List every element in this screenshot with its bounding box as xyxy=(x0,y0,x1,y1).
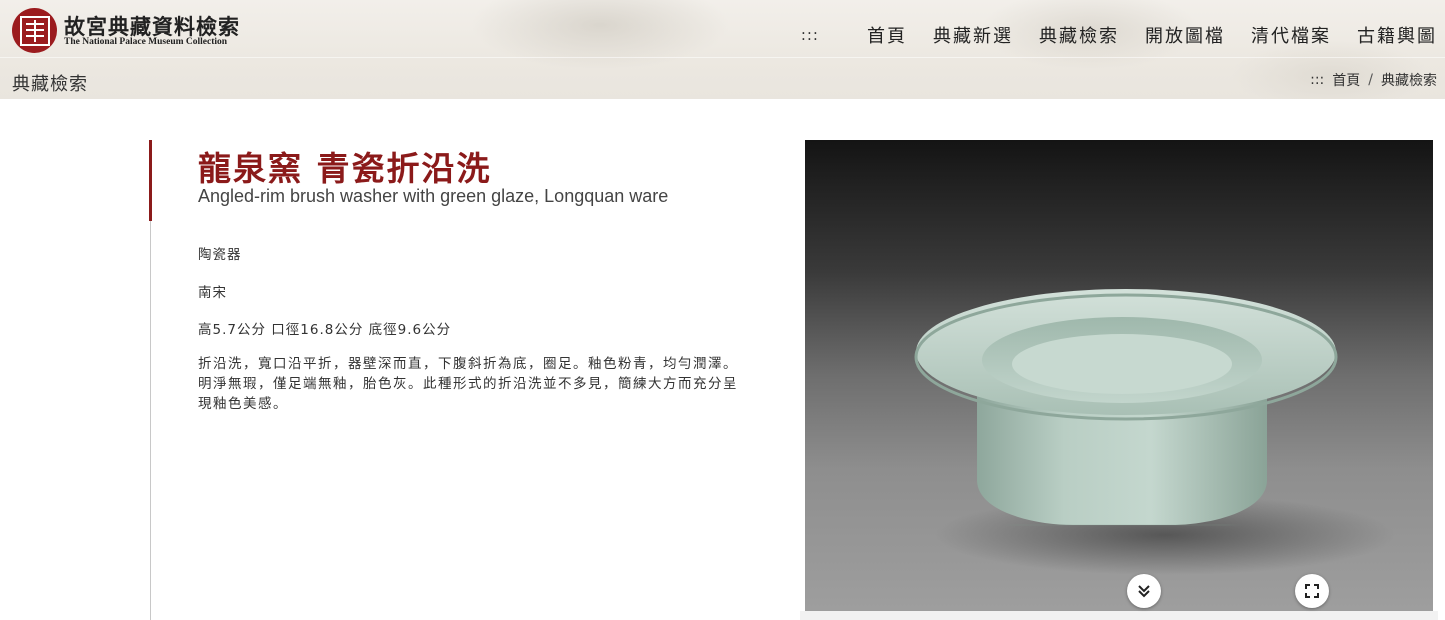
artifact-category: 陶瓷器 xyxy=(198,247,242,263)
breadcrumb-separator: / xyxy=(1368,72,1373,88)
breadcrumb-icon: ::: xyxy=(1310,72,1325,88)
fullscreen-icon xyxy=(1305,584,1319,598)
nav-item-qing-archives[interactable]: 清代檔案 xyxy=(1251,22,1331,48)
nav-item-open-images[interactable]: 開放圖檔 xyxy=(1145,22,1225,48)
artifact-description: 折沿洗，寬口沿平折，器壁深而直，下腹斜折為底，圈足。釉色粉青，均勻潤澤。明淨無瑕… xyxy=(198,356,738,412)
main-nav: ::: 首頁 典藏新選 典藏檢索 開放圖檔 清代檔案 古籍輿圖 xyxy=(801,22,1437,48)
chevron-double-down-icon xyxy=(1138,585,1150,598)
nav-item-new-selections[interactable]: 典藏新選 xyxy=(933,22,1013,48)
photo-caption-strip xyxy=(800,611,1438,620)
nav-item-collection-search[interactable]: 典藏檢索 xyxy=(1039,22,1119,48)
fullscreen-button[interactable] xyxy=(1295,574,1329,608)
artifact-title-en: Angled-rim brush washer with green glaze… xyxy=(198,186,669,206)
site-header: 故宮典藏資料檢索 The National Palace Museum Coll… xyxy=(0,0,1445,99)
header-divider xyxy=(0,57,1445,58)
museum-seal-logo[interactable] xyxy=(12,8,57,53)
seal-glyph-icon xyxy=(19,15,50,46)
brand-title-en[interactable]: The National Palace Museum Collection xyxy=(64,37,227,47)
title-accent-bar xyxy=(149,140,152,221)
breadcrumb: ::: 首頁 / 典藏檢索 xyxy=(1310,70,1437,90)
artifact-title-zh: 龍泉窯 青瓷折沿洗 xyxy=(198,149,492,188)
nav-item-home[interactable]: 首頁 xyxy=(867,22,907,48)
artifact-photo[interactable] xyxy=(805,140,1433,611)
page-section-title: 典藏檢索 xyxy=(12,74,88,95)
breadcrumb-home-link[interactable]: 首頁 xyxy=(1332,70,1360,90)
nav-item-rare-books-maps[interactable]: 古籍輿圖 xyxy=(1357,22,1437,48)
scroll-down-button[interactable] xyxy=(1127,574,1161,608)
breadcrumb-current[interactable]: 典藏檢索 xyxy=(1381,70,1437,90)
nav-menu-icon[interactable]: ::: xyxy=(801,26,819,44)
header-brush-decoration xyxy=(470,0,730,70)
artifact-dimensions: 高5.7公分 口徑16.8公分 底徑9.6公分 xyxy=(198,322,452,338)
celadon-brush-washer-image xyxy=(914,289,1395,575)
artifact-period: 南宋 xyxy=(198,285,227,301)
